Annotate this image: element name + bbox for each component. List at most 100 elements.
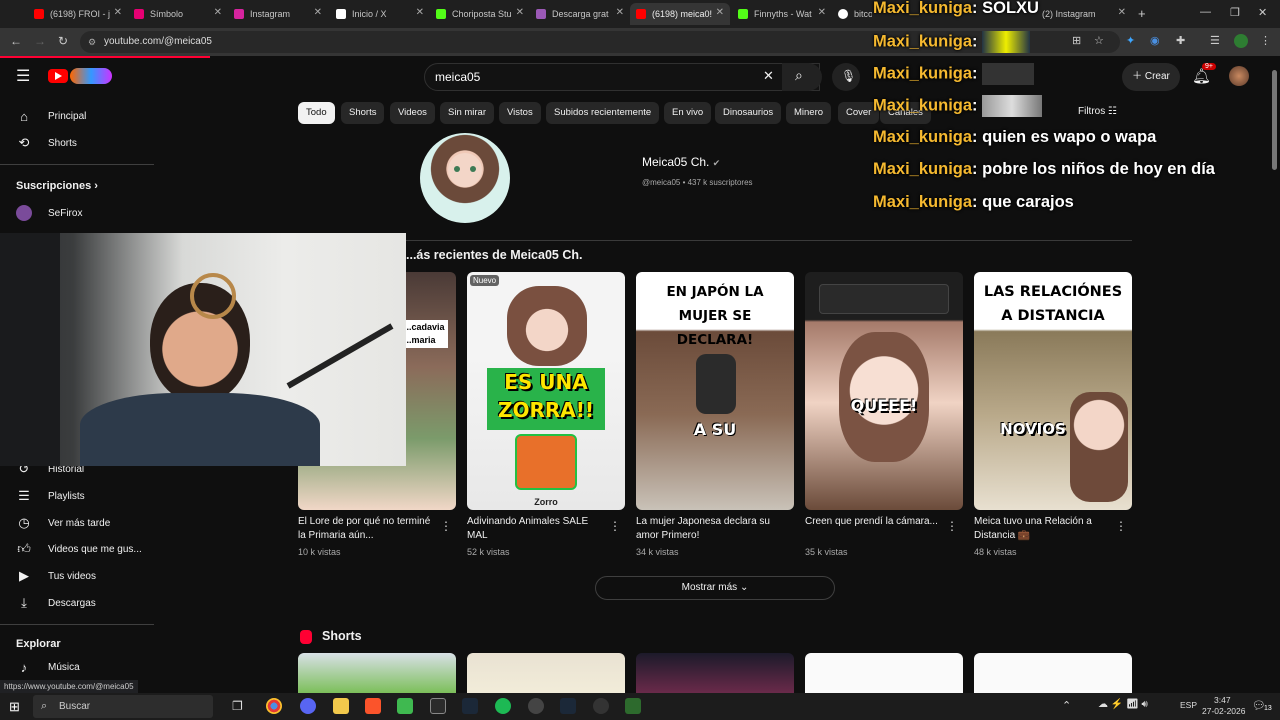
extensions-puzzle-icon[interactable]: ✚	[1176, 34, 1185, 47]
obs-icon[interactable]	[430, 698, 446, 714]
sidebar-item-liked-videos[interactable]: 👍︎ Videos que me gus...	[0, 536, 154, 562]
new-tab-icon[interactable]: +	[1138, 6, 1146, 21]
clock-time[interactable]: 3:47	[1214, 695, 1231, 705]
reload-icon[interactable]: ↻	[58, 34, 68, 48]
back-icon[interactable]: ←	[10, 34, 22, 48]
channel-name[interactable]: Meica05 Ch. ✔	[642, 155, 720, 169]
search-button[interactable]: ⌕	[782, 63, 822, 91]
browser-tab[interactable]: Símbolo ✕	[128, 3, 228, 25]
install-icon[interactable]: ⊞	[1072, 34, 1081, 47]
video-title[interactable]: El Lore de por qué no terminé la Primari…	[298, 515, 438, 543]
clock-date[interactable]: 27-02-2026	[1202, 706, 1245, 716]
chrome-icon[interactable]	[266, 698, 282, 714]
video-menu-icon[interactable]: ⋮	[609, 519, 621, 533]
sidebar-item-watch-later[interactable]: ◷ Ver más tarde	[0, 510, 154, 536]
sidebar-item-home[interactable]: ⌂ Principal	[0, 103, 154, 129]
chip-watched[interactable]: Vistos	[499, 102, 541, 124]
video-title[interactable]: Adivinando Animales SALE MAL	[467, 515, 607, 543]
chip-shorts[interactable]: Shorts	[341, 102, 385, 124]
steam-icon[interactable]	[462, 698, 478, 714]
browser-tab[interactable]: Descarga grat ✕	[530, 3, 630, 25]
video-thumbnail[interactable]: Nuevo ES UNA ZORRA!! Zorro	[467, 272, 625, 510]
bookmark-star-icon[interactable]: ☆	[1094, 34, 1104, 47]
minimize-icon[interactable]: —	[1200, 6, 1211, 18]
browser-tab[interactable]: Instagram ✕	[228, 3, 328, 25]
close-icon[interactable]: ✕	[314, 7, 322, 18]
show-more-button[interactable]: Mostrar más ⌄	[595, 576, 835, 600]
short-thumbnail[interactable]	[636, 653, 794, 693]
menu-kebab-icon[interactable]: ⋮	[1260, 34, 1271, 47]
sidebar-item-music[interactable]: ♪ Música	[0, 654, 154, 680]
sidebar-item-subscription[interactable]: SeFirox	[0, 200, 154, 226]
create-button[interactable]: ＋ Crear	[1122, 63, 1180, 91]
browser-tab[interactable]: (6198) FROI - j ✕	[28, 3, 128, 25]
page-scrollbar[interactable]	[1272, 70, 1277, 170]
file-explorer-icon[interactable]	[333, 698, 349, 714]
video-menu-icon[interactable]: ⋮	[440, 519, 452, 533]
chip-minero[interactable]: Minero	[786, 102, 832, 124]
clear-search-icon[interactable]: ✕	[763, 68, 774, 84]
close-icon[interactable]: ✕	[1118, 7, 1126, 18]
app-icon[interactable]	[625, 698, 641, 714]
steam-icon[interactable]	[560, 698, 576, 714]
sidebar-item-shorts[interactable]: ⟲ Shorts	[0, 130, 154, 156]
video-menu-icon[interactable]: ⋮	[1115, 519, 1127, 533]
filters-button[interactable]: Filtros ☷	[1078, 106, 1117, 117]
browser-tab-active[interactable]: (6198) meica0! ✕	[630, 3, 730, 25]
chip-recently-uploaded[interactable]: Subidos recientemente	[546, 102, 660, 124]
short-thumbnail[interactable]	[805, 653, 963, 693]
video-thumbnail[interactable]: QUEEE!	[805, 272, 963, 510]
short-thumbnail[interactable]	[298, 653, 456, 693]
voice-search-button[interactable]: 🎙	[832, 63, 860, 91]
site-info-icon[interactable]: ⚙	[88, 31, 96, 53]
close-icon[interactable]: ✕	[616, 7, 624, 18]
chip-videos[interactable]: Videos	[390, 102, 435, 124]
video-menu-icon[interactable]: ⋮	[946, 519, 958, 533]
user-avatar[interactable]	[1229, 66, 1249, 86]
chip-all[interactable]: Todo	[298, 102, 335, 124]
forward-icon[interactable]: →	[34, 34, 46, 48]
browser-tab[interactable]: bitcoin - Bu	[832, 3, 872, 25]
subscriptions-heading[interactable]: Suscripciones ›	[16, 180, 98, 192]
video-title[interactable]: Meica tuvo una Relación a Distancia 💼	[974, 515, 1114, 543]
taskbar-search[interactable]: ⌕ Buscar	[33, 695, 213, 718]
extension-icon[interactable]: ✦	[1126, 34, 1135, 47]
sidebar-item-your-videos[interactable]: ▶ Tus videos	[0, 563, 154, 589]
profile-avatar[interactable]	[1234, 34, 1248, 48]
brave-icon[interactable]	[365, 698, 381, 714]
video-title[interactable]: La mujer Japonesa declara su amor Primer…	[636, 515, 776, 543]
close-icon[interactable]: ✕	[114, 7, 122, 18]
browser-tab[interactable]: Finnyths - Wat ✕	[732, 3, 832, 25]
reading-list-icon[interactable]: ☰	[1210, 34, 1220, 47]
youtube-logo[interactable]	[48, 69, 68, 83]
close-icon[interactable]: ✕	[716, 7, 724, 18]
hamburger-menu-icon[interactable]: ☰	[16, 66, 30, 86]
close-icon[interactable]: ✕	[818, 7, 826, 18]
search-input[interactable]: meica05	[424, 63, 820, 91]
video-thumbnail[interactable]: LAS RELACIÓNES A DISTANCIA NOVIOS	[974, 272, 1132, 510]
sidebar-item-downloads[interactable]: ⤓ Descargas	[0, 590, 154, 616]
channel-avatar[interactable]	[420, 133, 510, 223]
browser-tab[interactable]: Inicio / X ✕	[330, 3, 430, 25]
chip-dinosaurs[interactable]: Dinosaurios	[715, 102, 782, 124]
windows-start-icon[interactable]: ⊞	[9, 699, 20, 715]
sidebar-item-playlists[interactable]: ☰ Playlists	[0, 483, 154, 509]
extension-icon[interactable]: ◉	[1150, 34, 1160, 47]
chip-live[interactable]: En vivo	[664, 102, 712, 124]
discord-icon[interactable]	[300, 698, 316, 714]
close-icon[interactable]: ✕	[214, 7, 222, 18]
language-indicator[interactable]: ESP	[1180, 700, 1197, 710]
video-thumbnail[interactable]: EN JAPÓN LA MUJER SE DECLARA! A SU	[636, 272, 794, 510]
app-icon[interactable]	[397, 698, 413, 714]
spotify-icon[interactable]	[495, 698, 511, 714]
browser-tab[interactable]: (2) Instagram ✕	[1036, 3, 1132, 25]
window-close-icon[interactable]: ✕	[1258, 6, 1267, 19]
video-title[interactable]: Creen que prendí la cámara...	[805, 515, 945, 529]
close-icon[interactable]: ✕	[516, 7, 524, 18]
settings-icon[interactable]	[593, 698, 609, 714]
browser-tab[interactable]: Choriposta Stu ✕	[430, 3, 530, 25]
chip-unwatched[interactable]: Sin mirar	[440, 102, 495, 124]
restore-icon[interactable]: ❐	[1230, 6, 1240, 19]
app-icon[interactable]	[528, 698, 544, 714]
short-thumbnail[interactable]	[467, 653, 625, 693]
